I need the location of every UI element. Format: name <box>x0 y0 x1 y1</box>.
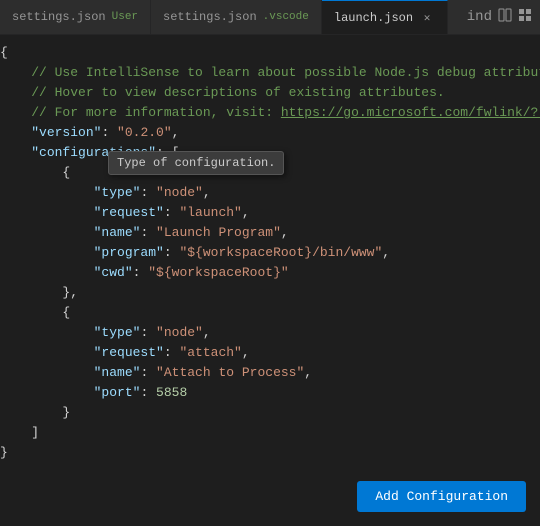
code-line: "version": "0.2.0", <box>0 123 540 143</box>
editor: { // Use IntelliSense to learn about pos… <box>0 35 540 526</box>
code-line: // Use IntelliSense to learn about possi… <box>0 63 540 83</box>
tab-sublabel: User <box>112 11 138 23</box>
tab-label: settings.json <box>12 10 106 24</box>
indent-label: ind <box>467 9 492 25</box>
tab-settings-vscode[interactable]: settings.json .vscode <box>151 0 322 34</box>
code-line: "name": "Launch Program", <box>0 223 540 243</box>
code-line: "request": "launch", <box>0 203 540 223</box>
code-container: { // Use IntelliSense to learn about pos… <box>0 43 540 463</box>
code-line: } <box>0 403 540 423</box>
code-line: "request": "attach", <box>0 343 540 363</box>
code-line: "configurations": [ <box>0 143 540 163</box>
code-line: "name": "Attach to Process", <box>0 363 540 383</box>
code-line: // Hover to view descriptions of existin… <box>0 83 540 103</box>
code-line: // For more information, visit: https://… <box>0 103 540 123</box>
code-line: "port": 5858 <box>0 383 540 403</box>
tab-launch-json[interactable]: launch.json ✕ <box>322 0 448 34</box>
tab-sublabel: .vscode <box>263 11 309 23</box>
tab-label: settings.json <box>163 10 257 24</box>
code-line: } <box>0 443 540 463</box>
code-line: "cwd": "${workspaceRoot}" <box>0 263 540 283</box>
code-line: { <box>0 163 540 183</box>
code-line: "type": "node", <box>0 323 540 343</box>
more-icon[interactable] <box>518 8 532 27</box>
tab-settings-user[interactable]: settings.json User <box>0 0 151 34</box>
code-line: "type": "node", <box>0 183 540 203</box>
close-icon[interactable]: ✕ <box>419 10 435 26</box>
code-line: { <box>0 43 540 63</box>
tab-label: launch.json <box>334 11 413 25</box>
code-line: "program": "${workspaceRoot}/bin/www", <box>0 243 540 263</box>
code-line: ] <box>0 423 540 443</box>
add-configuration-button[interactable]: Add Configuration <box>357 481 526 512</box>
tab-actions: ind <box>448 0 540 34</box>
split-editor-icon[interactable] <box>498 8 512 27</box>
tab-bar: settings.json User settings.json .vscode… <box>0 0 540 35</box>
code-line: }, <box>0 283 540 303</box>
code-line: { <box>0 303 540 323</box>
